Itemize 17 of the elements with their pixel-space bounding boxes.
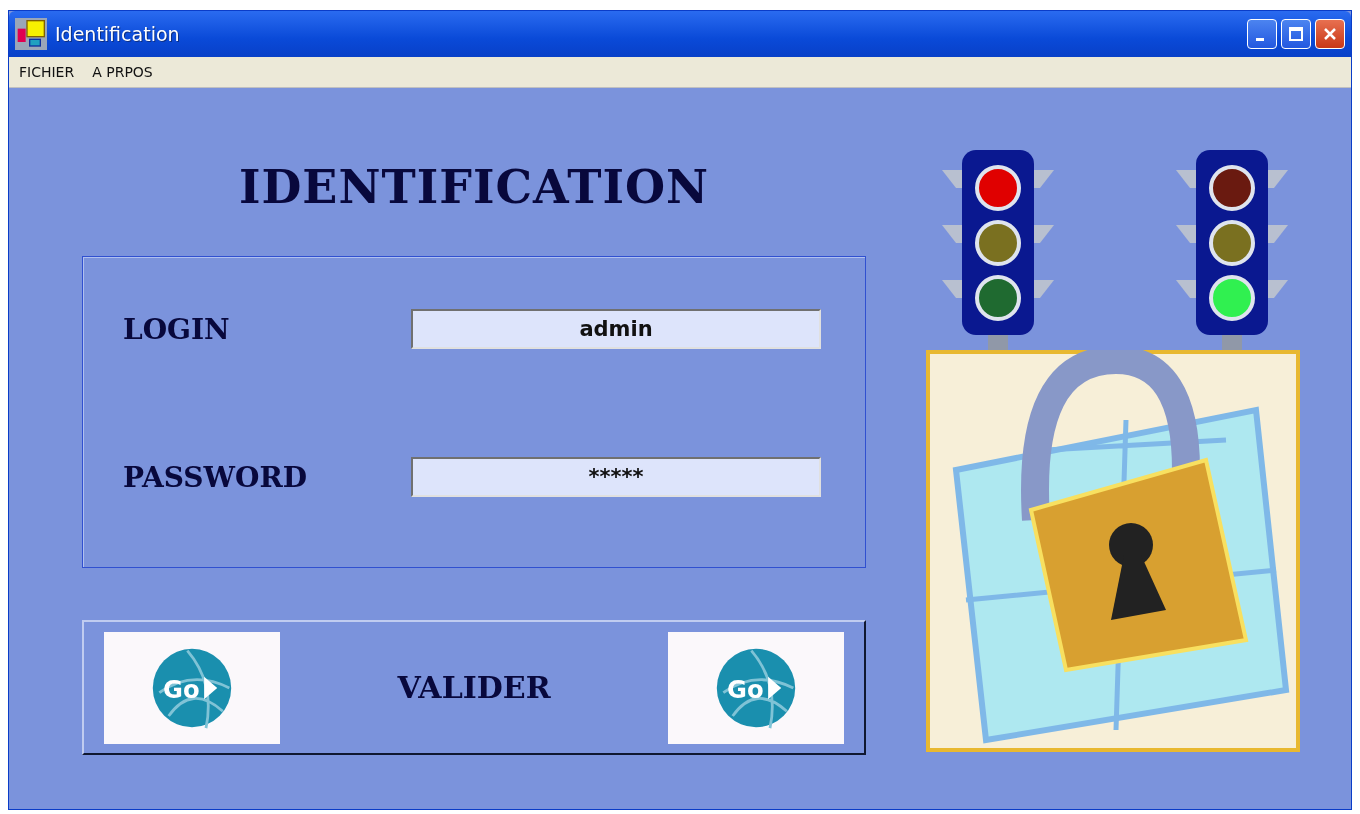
minimize-button[interactable]	[1247, 19, 1277, 49]
maximize-icon	[1286, 24, 1306, 44]
app-icon	[15, 18, 47, 50]
input-field[interactable]: *****	[411, 457, 821, 497]
validate-button[interactable]: VALIDER	[389, 666, 559, 709]
menu-item[interactable]: A PRPOS	[92, 64, 153, 80]
menu-item[interactable]: FICHIER	[19, 64, 75, 80]
field-label: PASSWORD	[122, 460, 308, 494]
maximize-button[interactable]	[1281, 19, 1311, 49]
field-label: LOGIN	[122, 312, 231, 346]
minimize-icon	[1256, 37, 1264, 41]
window-title: Identification	[55, 23, 181, 45]
go-button[interactable]: Go	[104, 631, 280, 744]
heading: IDENTIFICATION	[237, 159, 711, 216]
go-button[interactable]: Go	[668, 631, 844, 744]
input-field[interactable]: admin	[411, 309, 821, 349]
close-button[interactable]	[1315, 19, 1345, 49]
